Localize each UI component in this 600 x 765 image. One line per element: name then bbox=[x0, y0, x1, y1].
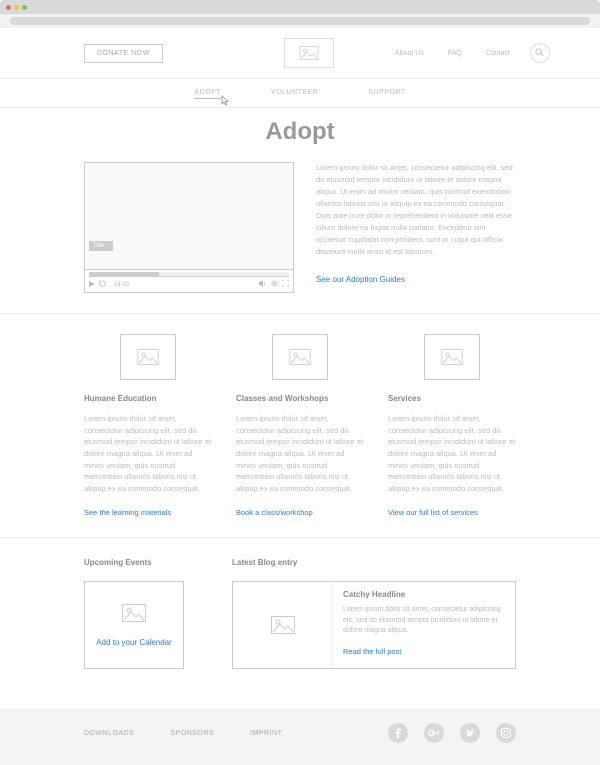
nav-about-us[interactable]: About Us bbox=[395, 50, 424, 57]
page-title: Adopt bbox=[0, 118, 600, 146]
nav-contact[interactable]: Contact bbox=[486, 50, 510, 57]
add-calendar-link[interactable]: Add to your Calendar bbox=[96, 638, 172, 647]
browser-chrome bbox=[0, 0, 600, 14]
latest-blog: Latest Blog entry Catchy Headline Lorem … bbox=[232, 558, 516, 669]
card-title: Classes and Workshops bbox=[236, 394, 364, 403]
nav-faq[interactable]: FAQ bbox=[448, 50, 462, 57]
social-icons bbox=[388, 723, 516, 743]
adoption-guides-link[interactable]: See our Adoption Guides bbox=[316, 274, 405, 287]
footer: DOWNLOADS SPONSORS IMPRINT bbox=[0, 709, 600, 765]
upcoming-events-title: Upcoming Events bbox=[84, 558, 208, 567]
services-list-link[interactable]: View our full list of services bbox=[388, 508, 478, 517]
url-input[interactable] bbox=[10, 17, 590, 25]
video-player[interactable]: Title 14:20 bbox=[84, 162, 294, 293]
card-services: Services Lorem ipsum dolor sit amet, con… bbox=[388, 334, 516, 517]
url-bar bbox=[0, 14, 600, 28]
window-maximize-dot[interactable] bbox=[22, 5, 27, 10]
donate-button[interactable]: DONATE NOW bbox=[84, 44, 163, 63]
hero-body: Lorem ipsum dolor sit amet, consectetur … bbox=[316, 162, 516, 258]
cursor-icon bbox=[221, 95, 231, 109]
hero-text: Lorem ipsum dolor sit amet, consectetur … bbox=[316, 162, 516, 293]
twitter-icon[interactable] bbox=[460, 723, 480, 743]
facebook-icon[interactable] bbox=[388, 723, 408, 743]
blog-image-placeholder bbox=[233, 582, 333, 668]
image-icon bbox=[441, 349, 463, 365]
calendar-card[interactable]: Add to your Calendar bbox=[84, 581, 184, 669]
image-icon bbox=[289, 349, 311, 365]
blog-headline: Catchy Headline bbox=[343, 590, 505, 599]
header: DONATE NOW About Us FAQ Contact bbox=[0, 28, 600, 79]
latest-blog-title: Latest Blog entry bbox=[232, 558, 516, 567]
logo-placeholder[interactable] bbox=[284, 38, 334, 68]
header-nav: About Us FAQ Contact bbox=[395, 50, 510, 57]
subnav-adopt[interactable]: ADOPT bbox=[194, 89, 221, 99]
card-image-placeholder bbox=[120, 334, 176, 380]
cards-section: Humane Education Lorem ipsum dolor sit a… bbox=[0, 313, 600, 538]
window-minimize-dot[interactable] bbox=[14, 5, 19, 10]
image-icon bbox=[137, 349, 159, 365]
footer-sponsors[interactable]: SPONSORS bbox=[170, 730, 214, 737]
header-right: About Us FAQ Contact bbox=[395, 43, 550, 63]
instagram-icon[interactable] bbox=[496, 723, 516, 743]
card-classes-workshops: Classes and Workshops Lorem ipsum dolor … bbox=[236, 334, 364, 517]
card-image-placeholder bbox=[272, 334, 328, 380]
google-plus-icon[interactable] bbox=[424, 723, 444, 743]
read-full-post-link[interactable]: Read the full post bbox=[343, 647, 401, 656]
video-progress-container bbox=[84, 270, 294, 277]
image-icon bbox=[122, 604, 146, 622]
window-close-dot[interactable] bbox=[6, 5, 11, 10]
card-body: Lorem ipsum dolor sit amet, consectetur … bbox=[84, 413, 212, 494]
subnav-volunteer[interactable]: VOLUNTEER bbox=[271, 89, 318, 99]
image-icon bbox=[299, 46, 319, 60]
video-viewport[interactable]: Title bbox=[84, 162, 294, 270]
hero-section: Title 14:20 Lo bbox=[0, 162, 600, 313]
video-progress-fill bbox=[89, 272, 159, 276]
blog-body: Lorem ipsum dolor sit amet, consectetur … bbox=[343, 605, 505, 637]
search-icon bbox=[535, 48, 544, 59]
blog-card: Catchy Headline Lorem ipsum dolor sit am… bbox=[232, 581, 516, 669]
image-icon bbox=[271, 616, 295, 634]
book-class-link[interactable]: Book a class/workshop bbox=[236, 508, 313, 517]
subnav-support[interactable]: SUPPORT bbox=[368, 89, 405, 99]
footer-downloads[interactable]: DOWNLOADS bbox=[84, 730, 134, 737]
card-body: Lorem ipsum dolor sit amet, consectetur … bbox=[236, 413, 364, 494]
video-progress-bar[interactable] bbox=[89, 272, 289, 277]
card-title: Humane Education bbox=[84, 394, 212, 403]
card-image-placeholder bbox=[424, 334, 480, 380]
search-button[interactable] bbox=[530, 43, 550, 63]
video-controls: 14:20 bbox=[84, 277, 294, 293]
footer-imprint[interactable]: IMPRINT bbox=[250, 730, 282, 737]
learning-materials-link[interactable]: See the learning materials bbox=[84, 508, 171, 517]
upcoming-events: Upcoming Events Add to your Calendar bbox=[84, 558, 208, 669]
card-title: Services bbox=[388, 394, 516, 403]
subnav-adopt-label: ADOPT bbox=[194, 89, 221, 96]
settings-icon[interactable] bbox=[271, 280, 278, 289]
blog-content: Catchy Headline Lorem ipsum dolor sit am… bbox=[333, 582, 515, 668]
video-title-overlay: Title bbox=[89, 241, 113, 251]
bottom-section: Upcoming Events Add to your Calendar Lat… bbox=[0, 538, 600, 709]
video-timecode: 14:20 bbox=[114, 282, 129, 288]
footer-links: DOWNLOADS SPONSORS IMPRINT bbox=[84, 730, 282, 737]
card-humane-education: Humane Education Lorem ipsum dolor sit a… bbox=[84, 334, 212, 517]
card-body: Lorem ipsum dolor sit amet, consectetur … bbox=[388, 413, 516, 494]
fullscreen-icon[interactable] bbox=[282, 280, 289, 289]
sub-navigation: ADOPT VOLUNTEER SUPPORT bbox=[0, 79, 600, 108]
volume-icon[interactable] bbox=[259, 280, 267, 289]
replay-icon[interactable] bbox=[99, 280, 106, 289]
play-icon[interactable] bbox=[89, 280, 95, 289]
